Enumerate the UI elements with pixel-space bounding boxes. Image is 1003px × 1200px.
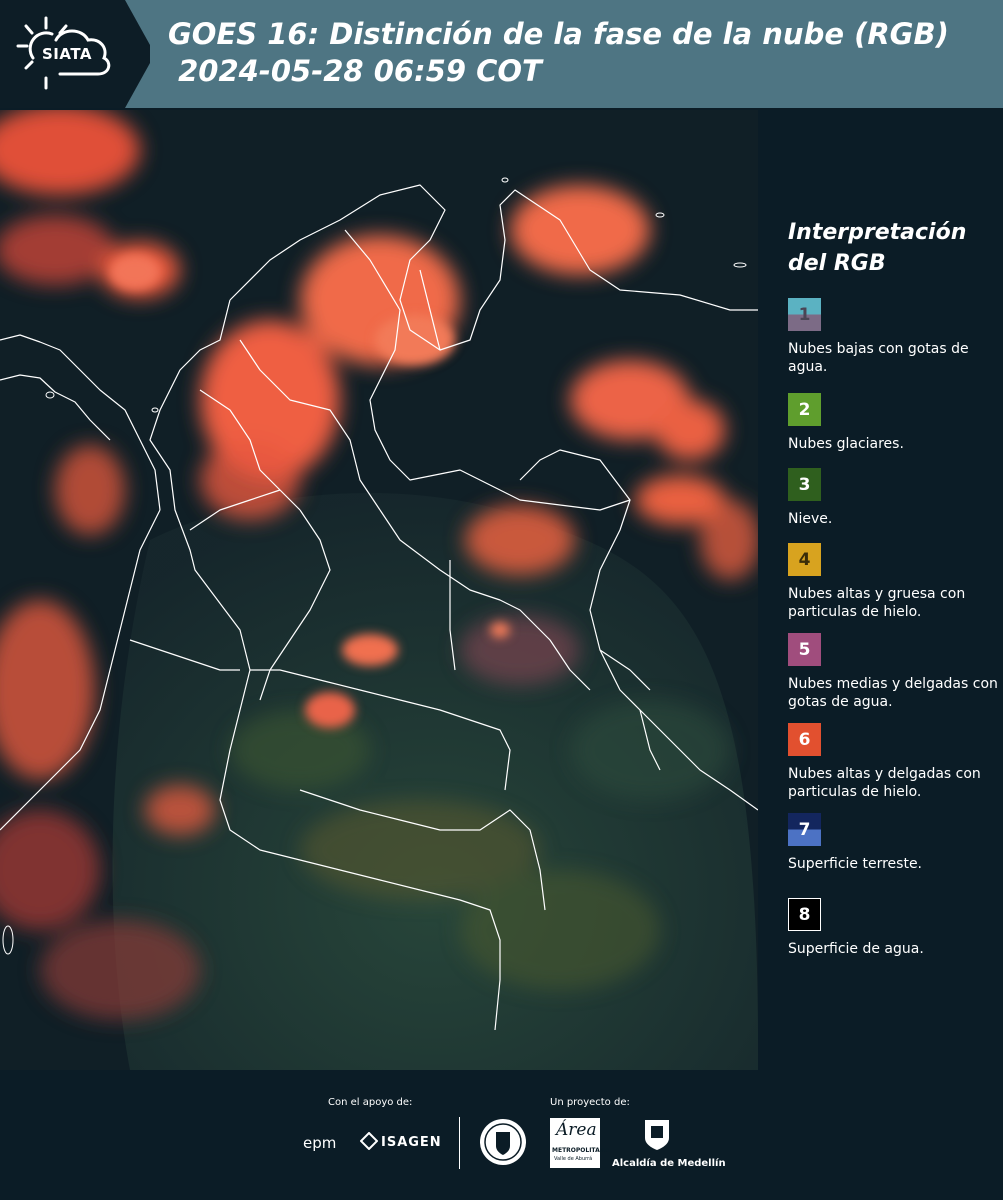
legend-description: Nubes altas y gruesa con particulas de h… [788,586,966,620]
legend-item: 2 Nubes glaciares. [788,393,998,453]
footer: Con el apoyo de: Un proyecto de: epm ISA… [0,1070,1003,1200]
legend-swatch: 8 [788,898,821,931]
legend-number: 7 [798,819,811,840]
legend-swatch: 5 [788,633,821,666]
legend-number: 4 [798,549,811,570]
seal-icon [480,1119,526,1165]
coat-of-arms-icon [645,1120,669,1150]
siata-logo: SIATA [0,0,150,108]
legend-swatch: 3 [788,468,821,501]
isagen-logo: ISAGEN [381,1135,442,1150]
footer-divider [459,1117,460,1169]
header-bar: SIATA GOES 16: Distinción de la fase de … [0,0,1003,108]
legend-swatch: 1 [788,298,821,331]
legend-item: 7 Superficie terreste. [788,813,998,873]
area-logo-script: Área [556,1120,597,1140]
legend-swatch: 7 [788,813,821,846]
legend-item: 5 Nubes medias y delgadas con gotas de ag… [788,633,998,711]
legend-description: Superficie de agua. [788,941,924,957]
legend-item: 3 Nieve. [788,468,998,528]
legend-description: Nubes medias y delgadas con gotas de agu… [788,676,998,710]
satellite-map [0,110,758,1070]
area-logo-line2: Valle de Aburrá [554,1156,593,1162]
legend-description: Nubes altas y delgadas con particulas de… [788,766,981,800]
project-label: Un proyecto de: [550,1097,630,1108]
legend-item: 8 Superficie de agua. [788,898,998,958]
legend-description: Nubes glaciares. [788,436,904,452]
legend-swatch: 2 [788,393,821,426]
isagen-icon [360,1132,378,1150]
epm-logo: epm [303,1134,337,1152]
legend-panel: Interpretación del RGB 1 Nubes bajas con … [760,110,1003,1070]
support-label: Con el apoyo de: [328,1097,413,1108]
title-line-1: GOES 16: Distinción de la fase de la nub… [168,17,949,51]
rgb-satellite-image [0,110,758,1070]
legend-item: 6 Nubes altas y delgadas con particulas d… [788,723,998,801]
legend-number: 1 [798,304,811,325]
legend-item: 1 Nubes bajas con gotas de agua. [788,298,998,376]
title-line-2: 2024-05-28 06:59 COT [168,54,542,88]
area-metropolitana-logo: Área METROPOLITANA Valle de Aburrá [550,1118,609,1168]
area-logo-line1: METROPOLITANA [552,1147,610,1154]
legend-number: 2 [798,399,811,420]
legend-number: 3 [798,474,811,495]
legend-description: Nubes bajas con gotas de agua. [788,341,969,375]
legend-swatch: 6 [788,723,821,756]
legend-number: 5 [798,639,811,660]
legend-title: Interpretación del RGB [788,220,967,276]
legend-swatch: 4 [788,543,821,576]
legend-description: Superficie terreste. [788,856,923,872]
legend-description: Nieve. [788,511,833,527]
siata-logo-text: SIATA [42,45,93,63]
legend-item: 4 Nubes altas y gruesa con particulas de … [788,543,998,621]
page-title: GOES 16: Distinción de la fase de la nub… [168,16,949,90]
legend-number: 8 [798,904,811,925]
alcaldia-logo: Alcaldía de Medellín [612,1158,726,1169]
legend-number: 6 [798,729,811,750]
